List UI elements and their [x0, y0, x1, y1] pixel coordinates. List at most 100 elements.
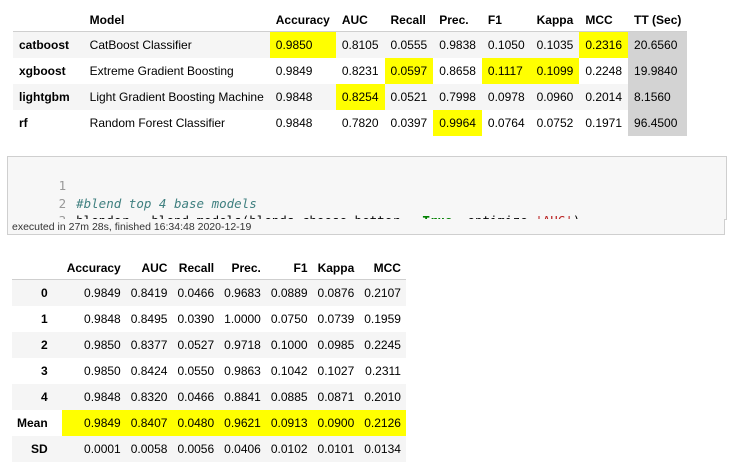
auc-cell: 0.8320 — [125, 384, 173, 410]
recall-cell: 0.0466 — [172, 384, 220, 410]
table-row: rf Random Forest Classifier 0.9848 0.782… — [13, 110, 688, 136]
f1-cell: 0.0102 — [265, 436, 313, 462]
column-header-accuracy: Accuracy — [269, 9, 336, 32]
mcc-cell: 0.1959 — [364, 312, 401, 326]
mcc-cell: 0.2316 — [579, 31, 629, 58]
blend-results-table: Accuracy AUC Recall Prec. F1 Kappa MCC 0… — [12, 257, 406, 462]
tt-cell: 96.4500 — [628, 110, 688, 136]
mean-row: Mean 0.9849 0.8407 0.0480 0.9621 0.0913 … — [12, 410, 406, 436]
auc-cell: 0.8377 — [125, 332, 173, 358]
table-row: 0 0.9849 0.8419 0.0466 0.9683 0.0889 0.0… — [12, 279, 406, 306]
mcc-cell: 0.2126 — [359, 410, 406, 436]
kappa-cell: 0.0960 — [530, 84, 580, 110]
fold-label: 0 — [12, 279, 62, 306]
mcc-cell: 0.0134 — [359, 436, 406, 462]
fold-label: 4 — [12, 384, 62, 410]
table-header-row: Model Accuracy AUC Recall Prec. F1 Kappa… — [13, 9, 688, 32]
recall-cell: 0.0527 — [172, 332, 220, 358]
f1-cell: 0.0889 — [265, 279, 313, 306]
prec-cell: 0.8841 — [219, 384, 266, 410]
column-header-tt: TT (Sec) — [628, 9, 688, 32]
kappa-cell: 0.0985 — [312, 332, 360, 358]
prec-cell: 0.9863 — [224, 364, 261, 378]
row-id: xgboost — [19, 64, 66, 78]
auc-cell: 0.8231 — [341, 64, 379, 78]
code-line-3: 3blender = blend_models(blends,choose_be… — [8, 195, 581, 228]
recall-cell: 0.0466 — [172, 279, 220, 306]
accuracy-cell: 0.9850 — [61, 332, 126, 358]
table-row: catboost CatBoost Classifier 0.9850 0.81… — [13, 31, 688, 58]
recall-cell: 0.0555 — [384, 31, 434, 58]
f1-cell: 0.1050 — [481, 31, 531, 58]
prec-cell: 1.0000 — [224, 312, 261, 326]
column-header-mcc: MCC — [359, 257, 406, 280]
execution-status: executed in 27m 28s, finished 16:34:48 2… — [7, 219, 725, 235]
column-header-kappa: Kappa — [530, 9, 580, 32]
kappa-cell: 0.0752 — [536, 116, 574, 130]
auc-cell: 0.8407 — [125, 410, 173, 436]
auc-cell: 0.8105 — [335, 31, 385, 58]
prec-cell: 0.0406 — [219, 436, 266, 462]
prec-cell: 0.7998 — [433, 84, 482, 110]
recall-cell: 0.0390 — [177, 312, 215, 326]
accuracy-cell: 0.9849 — [61, 279, 126, 306]
recall-cell: 0.0550 — [177, 364, 215, 378]
model-name-cell: Light Gradient Boosting Machine — [83, 84, 270, 110]
auc-cell: 0.7820 — [341, 116, 379, 130]
recall-cell: 0.0521 — [384, 84, 434, 110]
table-row: 4 0.9848 0.8320 0.0466 0.8841 0.0885 0.0… — [12, 384, 406, 410]
row-id: lightgbm — [13, 84, 84, 110]
column-header-prec: Prec. — [219, 257, 266, 280]
column-header-prec: Prec. — [433, 9, 482, 32]
recall-cell: 0.0480 — [172, 410, 220, 436]
recall-cell: 0.0397 — [390, 116, 428, 130]
prec-cell: 0.9964 — [433, 110, 482, 136]
accuracy-cell: 0.9848 — [275, 116, 313, 130]
mcc-cell: 0.2311 — [365, 364, 401, 378]
mcc-cell: 0.2014 — [579, 84, 629, 110]
table-header-row: Accuracy AUC Recall Prec. F1 Kappa MCC — [12, 257, 406, 280]
accuracy-cell: 0.0001 — [61, 436, 126, 462]
kappa-cell: 0.1027 — [317, 364, 355, 378]
row-id: rf — [19, 116, 28, 130]
mcc-cell: 0.2010 — [359, 384, 406, 410]
auc-cell: 0.8254 — [335, 84, 385, 110]
accuracy-cell: 0.9848 — [61, 384, 126, 410]
model-name-cell: Extreme Gradient Boosting — [89, 64, 234, 78]
fold-label: SD — [12, 436, 62, 462]
table-row: 3 0.9850 0.8424 0.0550 0.9863 0.1042 0.1… — [12, 358, 406, 384]
code-line-1: 1 — [8, 160, 76, 193]
kappa-cell: 0.1035 — [530, 31, 580, 58]
code-cell[interactable]: 1 2#blend top 4 base models 3blender = b… — [7, 156, 727, 228]
f1-cell: 0.0913 — [265, 410, 313, 436]
column-header-f1: F1 — [265, 257, 313, 280]
f1-cell: 0.1000 — [265, 332, 313, 358]
auc-cell: 0.8424 — [130, 364, 168, 378]
prec-cell: 0.9621 — [219, 410, 266, 436]
fold-label: 1 — [41, 312, 48, 326]
prec-cell: 0.9683 — [219, 279, 266, 306]
tt-cell: 20.6560 — [628, 31, 688, 58]
accuracy-cell: 0.9849 — [61, 410, 126, 436]
mcc-cell: 0.2248 — [585, 64, 623, 78]
table-row: 2 0.9850 0.8377 0.0527 0.9718 0.1000 0.0… — [12, 332, 406, 358]
row-id: catboost — [13, 31, 84, 58]
table-row: 1 0.9848 0.8495 0.0390 1.0000 0.0750 0.0… — [12, 306, 406, 332]
table-row: xgboost Extreme Gradient Boosting 0.9849… — [13, 58, 688, 84]
model-name-cell: Random Forest Classifier — [89, 116, 226, 130]
code-line-2: 2 #blend top 4 base models — [8, 178, 257, 211]
f1-cell: 0.1117 — [481, 58, 531, 84]
model-name-cell: CatBoost Classifier — [83, 31, 270, 58]
column-header-auc: AUC — [335, 9, 385, 32]
f1-cell: 0.0764 — [487, 116, 525, 130]
column-header-recall: Recall — [172, 257, 220, 280]
column-header-auc: AUC — [125, 257, 173, 280]
column-header-accuracy: Accuracy — [61, 257, 126, 280]
kappa-cell: 0.0876 — [312, 279, 360, 306]
fold-label: 2 — [12, 332, 62, 358]
fold-label: 3 — [41, 364, 48, 378]
accuracy-cell: 0.9849 — [275, 64, 313, 78]
table-row: lightgbm Light Gradient Boosting Machine… — [13, 84, 688, 110]
f1-cell: 0.1042 — [270, 364, 308, 378]
column-header-kappa: Kappa — [312, 257, 360, 280]
